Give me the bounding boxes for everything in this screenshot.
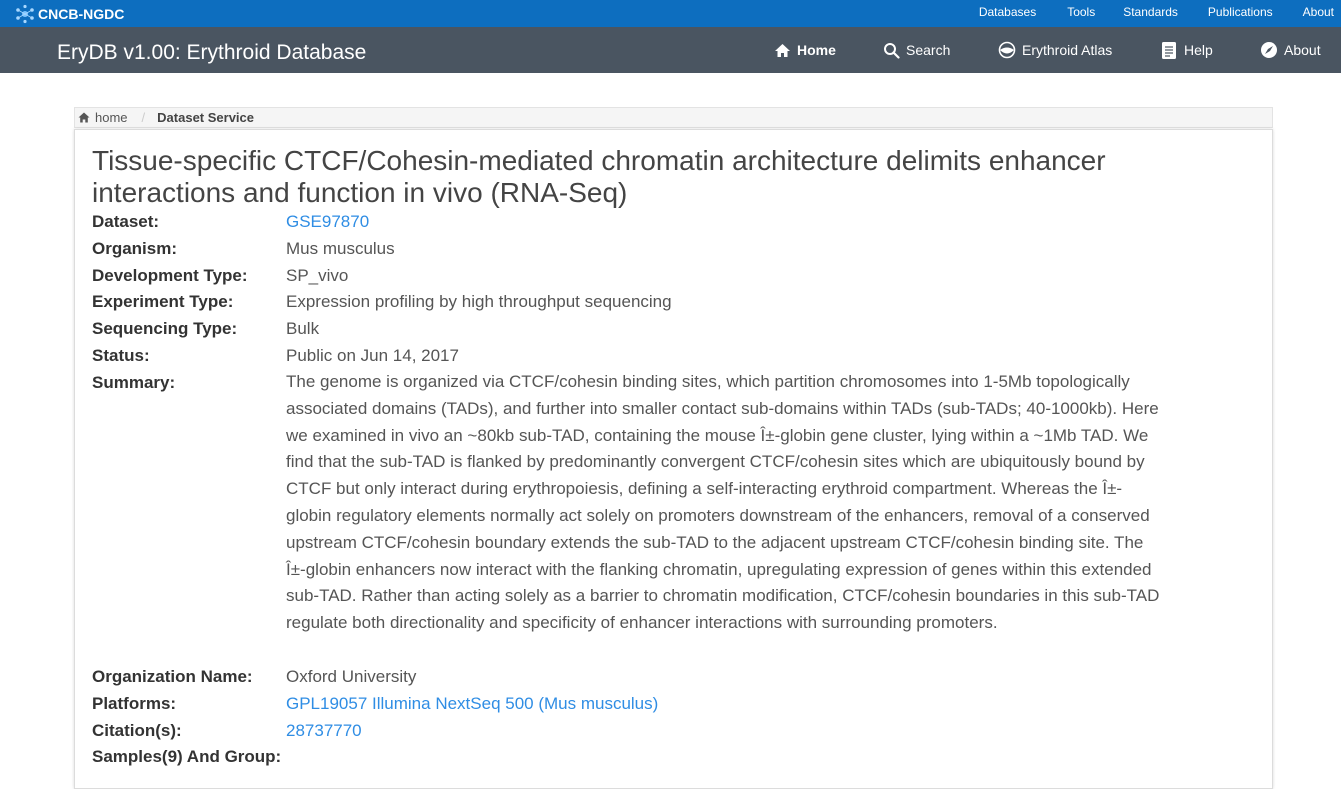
value-status: Public on Jun 14, 2017 — [286, 346, 459, 365]
brand-label: CNCB-NGDC — [38, 6, 125, 22]
breadcrumb-separator: / — [141, 110, 146, 125]
top-link-publications[interactable]: Publications — [1208, 5, 1273, 19]
breadcrumb: home / Dataset Service — [74, 107, 1273, 128]
breadcrumb-home[interactable]: home — [95, 110, 128, 125]
home-icon — [775, 43, 790, 57]
top-bar: CNCB-NGDC Databases Tools Standards Publ… — [0, 0, 1341, 27]
search-icon — [884, 42, 900, 59]
dataset-title: Tissue-specific CTCF/Cohesin-mediated ch… — [92, 145, 1106, 208]
nav-search-label: Search — [906, 42, 951, 58]
nav-home[interactable]: Home — [774, 40, 836, 60]
nav-help[interactable]: Help — [1160, 40, 1213, 60]
citation-link[interactable]: 28737770 — [286, 721, 362, 740]
top-link-databases[interactable]: Databases — [979, 5, 1036, 19]
nav-help-label: Help — [1184, 42, 1213, 58]
label-sequencing-type: Sequencing Type: — [92, 319, 238, 338]
label-development-type: Development Type: — [92, 266, 248, 285]
label-experiment-type: Experiment Type: — [92, 292, 234, 311]
value-organism: Mus musculus — [286, 239, 395, 258]
label-summary: Summary: — [92, 373, 176, 392]
dataset-accession-link[interactable]: GSE97870 — [286, 212, 369, 231]
label-organism: Organism: — [92, 239, 178, 258]
value-experiment-type: Expression profiling by high throughput … — [286, 292, 672, 311]
value-development-type: SP_vivo — [286, 266, 349, 285]
site-title[interactable]: EryDB v1.00: Erythroid Database — [57, 41, 366, 65]
nav-home-label: Home — [797, 42, 836, 58]
atlas-icon — [998, 41, 1016, 59]
home-icon — [78, 112, 90, 123]
compass-icon — [1261, 42, 1277, 58]
breadcrumb-current: Dataset Service — [157, 110, 254, 125]
label-platforms: Platforms: — [92, 694, 177, 713]
label-status: Status: — [92, 346, 150, 365]
nav-search[interactable]: Search — [883, 40, 950, 60]
dataset-panel: Tissue-specific CTCF/Cohesin-mediated ch… — [74, 129, 1273, 789]
nav-erythroid-atlas[interactable]: Erythroid Atlas — [998, 40, 1112, 60]
nav-about[interactable]: About — [1260, 40, 1321, 60]
document-icon — [1162, 41, 1176, 59]
label-samples: Samples(9) And Group: — [92, 747, 282, 766]
platform-link[interactable]: GPL19057 Illumina NextSeq 500 (Mus muscu… — [286, 694, 658, 713]
main-navbar: EryDB v1.00: Erythroid Database Home Sea… — [0, 27, 1341, 73]
top-link-tools[interactable]: Tools — [1067, 5, 1095, 19]
top-link-about[interactable]: About — [1303, 5, 1334, 19]
value-organization: Oxford University — [286, 667, 417, 686]
label-citations: Citation(s): — [92, 721, 182, 740]
value-sequencing-type: Bulk — [286, 319, 320, 338]
cncb-ngdc-brand[interactable]: CNCB-NGDC — [14, 4, 124, 24]
label-dataset: Dataset: — [92, 212, 160, 231]
cncb-logo-icon — [16, 4, 34, 24]
top-link-standards[interactable]: Standards — [1123, 5, 1178, 19]
nav-about-label: About — [1284, 42, 1321, 58]
value-summary: The genome is organized via CTCF/cohesin… — [286, 372, 1160, 633]
label-organization: Organization Name: — [92, 667, 253, 686]
top-links: Databases Tools Standards Publications A… — [979, 5, 1334, 19]
nav-atlas-label: Erythroid Atlas — [1022, 42, 1113, 58]
